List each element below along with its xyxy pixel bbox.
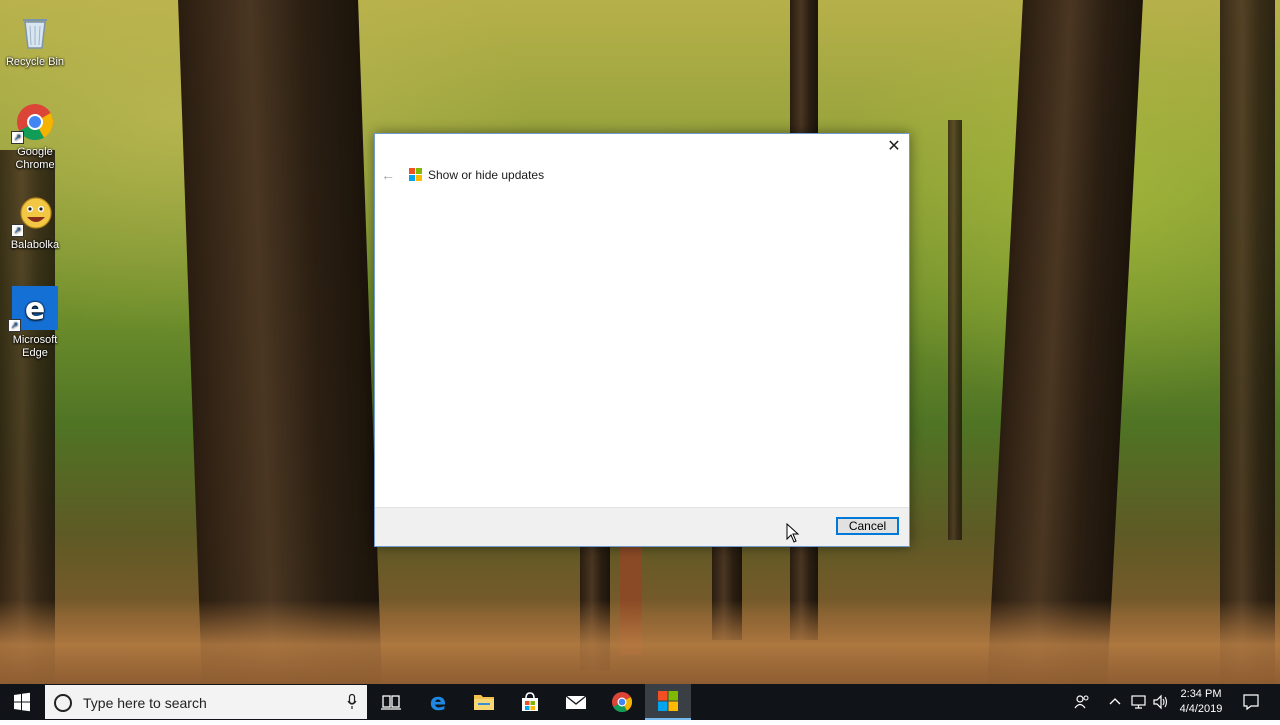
windows-logo-icon bbox=[409, 168, 423, 182]
tree-trunk bbox=[1220, 0, 1275, 684]
tree-trunk bbox=[178, 0, 382, 684]
close-button[interactable]: ✕ bbox=[879, 134, 909, 160]
shortcut-arrow-icon: ↗ bbox=[8, 319, 21, 332]
action-center-icon[interactable] bbox=[1242, 693, 1260, 711]
volume-icon[interactable] bbox=[1152, 693, 1170, 711]
dialog-footer: Cancel bbox=[375, 507, 909, 546]
edge-icon: e ↗ bbox=[8, 286, 58, 332]
taskbar: Type here to search e 2:34 PM 4/4/2019 bbox=[0, 684, 1280, 720]
people-icon[interactable] bbox=[1073, 693, 1091, 711]
clock-time: 2:34 PM bbox=[1180, 688, 1222, 700]
update-troubleshooter-icon[interactable] bbox=[645, 684, 691, 720]
store-icon[interactable] bbox=[507, 684, 553, 720]
mail-icon[interactable] bbox=[553, 684, 599, 720]
forest-floor bbox=[0, 600, 1280, 684]
clock-date: 4/4/2019 bbox=[1179, 703, 1223, 715]
search-placeholder: Type here to search bbox=[83, 695, 207, 711]
microphone-icon[interactable] bbox=[347, 694, 357, 710]
start-button[interactable] bbox=[0, 684, 44, 720]
svg-text:e: e bbox=[25, 292, 45, 327]
edge-icon[interactable]: e bbox=[415, 684, 461, 720]
tree-trunk bbox=[987, 0, 1143, 684]
taskbar-clock[interactable]: 2:34 PM 4/4/2019 bbox=[1172, 687, 1230, 717]
mouse-cursor-icon bbox=[786, 523, 800, 543]
show-hide-updates-dialog: ✕ ← Show or hide updates Cancel bbox=[374, 133, 910, 547]
desktop-icon-label: Microsoft Edge bbox=[12, 334, 58, 359]
file-explorer-icon[interactable] bbox=[461, 684, 507, 720]
task-view-icon[interactable] bbox=[368, 684, 414, 720]
balabolka-icon: ↗ bbox=[11, 195, 55, 237]
shortcut-arrow-icon: ↗ bbox=[11, 224, 24, 237]
windows-start-icon bbox=[14, 692, 30, 712]
chevron-up-icon[interactable] bbox=[1109, 696, 1121, 706]
shortcut-arrow-icon: ↗ bbox=[11, 131, 24, 144]
desktop-icon-label: Balabolka bbox=[10, 239, 60, 251]
cancel-button[interactable]: Cancel bbox=[836, 517, 899, 535]
desktop-icon-chrome[interactable]: ↗ Google Chrome bbox=[3, 102, 67, 172]
network-icon[interactable] bbox=[1130, 693, 1148, 711]
desktop-icon-recycle-bin[interactable]: Recycle Bin bbox=[3, 12, 67, 69]
desktop-icon-balabolka[interactable]: ↗ Balabolka bbox=[3, 195, 67, 252]
taskbar-search-box[interactable]: Type here to search bbox=[45, 685, 367, 719]
recycle-bin-icon bbox=[15, 12, 55, 52]
chrome-icon: ↗ bbox=[11, 102, 55, 144]
desktop-icon-edge[interactable]: e ↗ Microsoft Edge bbox=[3, 286, 67, 360]
back-arrow-icon[interactable]: ← bbox=[381, 167, 395, 183]
desktop-icon-label: Recycle Bin bbox=[5, 56, 65, 68]
cortana-icon bbox=[54, 694, 72, 712]
chrome-icon[interactable] bbox=[599, 684, 645, 720]
desktop-icon-label: Google Chrome bbox=[15, 146, 55, 171]
svg-text:e: e bbox=[430, 688, 446, 716]
dialog-title: Show or hide updates bbox=[428, 168, 545, 182]
tree-trunk bbox=[948, 120, 962, 540]
